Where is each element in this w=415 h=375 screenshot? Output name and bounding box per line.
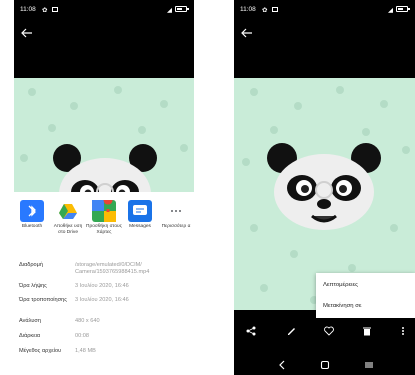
left-phone-screen: 11:08 ✿ ◢ Bluetooth Αποθήκε υση στο Driv… — [14, 0, 194, 375]
system-nav-bar — [234, 355, 415, 375]
share-messages-label: Messages — [129, 224, 151, 229]
delete-trash-icon[interactable] — [362, 326, 372, 336]
detail-value: /storage/emulated/0/DCIM/ Camera/1593765… — [75, 262, 150, 275]
right-phone-screen: 11:08 ✿ ◢ Λεπτομέρειες Μετακίνηση σε — [234, 0, 415, 375]
panda-avatar — [267, 143, 381, 230]
status-bar: 11:08 ✿ ◢ — [234, 0, 415, 18]
detail-value: 00:08 — [75, 333, 89, 339]
detail-value: 3 Ιουλίου 2020, 16:46 — [75, 297, 129, 303]
settings-gear-icon: ✿ — [42, 7, 48, 14]
battery-icon — [396, 6, 410, 12]
detail-value: 480 x 640 — [75, 318, 100, 324]
messages-icon — [128, 200, 152, 222]
share-bluetooth-label: Bluetooth — [21, 224, 43, 229]
detail-key: Μέγεθος αρχείου — [19, 348, 62, 354]
battery-icon — [175, 6, 189, 12]
signal-icon: ◢ — [388, 7, 393, 14]
detail-key: Ώρα τροποποίησης — [19, 297, 67, 303]
menu-item-move-to[interactable]: Μετακίνηση σε — [323, 303, 361, 309]
detail-value: 3 Ιουλίου 2020, 16:46 — [75, 283, 129, 289]
detail-key: Ώρα λήψης — [19, 283, 47, 289]
more-vertical-icon[interactable] — [398, 326, 408, 336]
google-drive-icon — [56, 200, 80, 222]
share-maps-label: Προσθήκη στους Χάρτες — [86, 224, 122, 235]
details-sheet: Bluetooth Αποθήκε υση στο Drive Προσθήκη… — [14, 192, 194, 375]
share-drive-label: Αποθήκε υση στο Drive — [53, 224, 83, 235]
share-apps-row: Bluetooth Αποθήκε υση στο Drive Προσθήκη… — [14, 195, 194, 248]
overflow-menu: Λεπτομέρειες Μετακίνηση σε — [316, 273, 415, 318]
google-maps-icon — [92, 195, 116, 222]
signal-icon: ◢ — [167, 7, 172, 14]
back-arrow-icon[interactable] — [21, 28, 33, 38]
share-icon[interactable] — [246, 326, 256, 336]
menu-item-details[interactable]: Λεπτομέρειες — [323, 282, 358, 288]
settings-gear-icon: ✿ — [262, 7, 268, 14]
share-more-label: Περισσότερ α — [161, 224, 191, 229]
nav-home-icon[interactable] — [320, 360, 330, 370]
favorite-heart-icon[interactable] — [324, 326, 334, 336]
status-time: 11:08 — [240, 6, 256, 13]
share-messages[interactable]: Messages — [122, 200, 158, 230]
edit-pencil-icon[interactable] — [286, 326, 296, 336]
detail-key: Διαδρομή — [19, 262, 43, 268]
image-notification-icon — [272, 7, 278, 12]
bluetooth-icon — [20, 200, 44, 222]
share-bluetooth[interactable]: Bluetooth — [14, 200, 50, 230]
nav-back-icon[interactable] — [278, 360, 286, 370]
detail-value: 1,48 MB — [75, 348, 96, 354]
detail-key: Διάρκεια — [19, 333, 41, 339]
photo-toolbar — [234, 320, 415, 342]
share-drive[interactable]: Αποθήκε υση στο Drive — [50, 200, 86, 235]
image-notification-icon — [52, 7, 58, 12]
share-more[interactable]: Περισσότερ α — [158, 200, 194, 230]
nav-recents-icon[interactable] — [364, 360, 374, 370]
share-maps[interactable]: Προσθήκη στους Χάρτες — [86, 195, 122, 235]
status-time: 11:08 — [20, 6, 36, 13]
more-horizontal-icon — [171, 210, 181, 212]
back-arrow-icon[interactable] — [241, 28, 253, 38]
detail-key: Ανάλυση — [19, 318, 41, 324]
status-bar: 11:08 ✿ ◢ — [14, 0, 194, 18]
